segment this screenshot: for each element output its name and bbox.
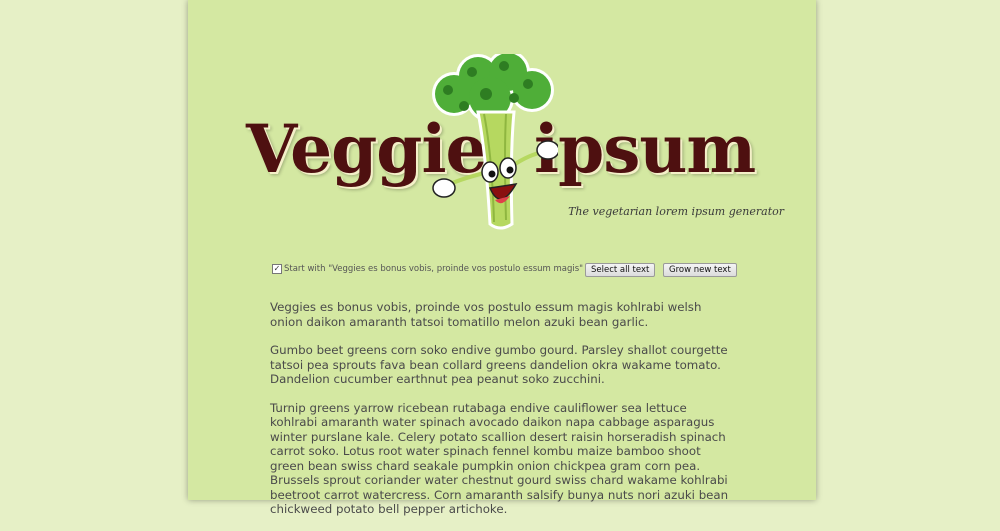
grow-new-text-button[interactable]: Grow new text: [663, 263, 737, 277]
text-paragraph: Turnip greens yarrow ricebean rutabaga e…: [270, 400, 729, 517]
generated-text: Veggies es bonus vobis, proinde vos post…: [270, 300, 732, 531]
controls-bar: ✓ Start with "Veggies es bonus vobis, pr…: [272, 263, 742, 277]
start-with-label[interactable]: Start with "Veggies es bonus vobis, proi…: [284, 264, 583, 274]
text-paragraph: Gumbo beet greens corn soko endive gumbo…: [270, 343, 728, 386]
content-panel: Veggie ipsum The vegetarian lorem ipsum …: [188, 0, 816, 516]
logo-word-ipsum: ipsum: [534, 110, 756, 188]
broccoli-mascot-icon: [432, 54, 558, 230]
text-paragraph: Veggies es bonus vobis, proinde vos post…: [270, 300, 702, 329]
tagline: The vegetarian lorem ipsum generator: [568, 205, 784, 218]
select-all-text-button[interactable]: Select all text: [585, 263, 656, 277]
start-with-checkbox[interactable]: ✓: [272, 264, 282, 274]
